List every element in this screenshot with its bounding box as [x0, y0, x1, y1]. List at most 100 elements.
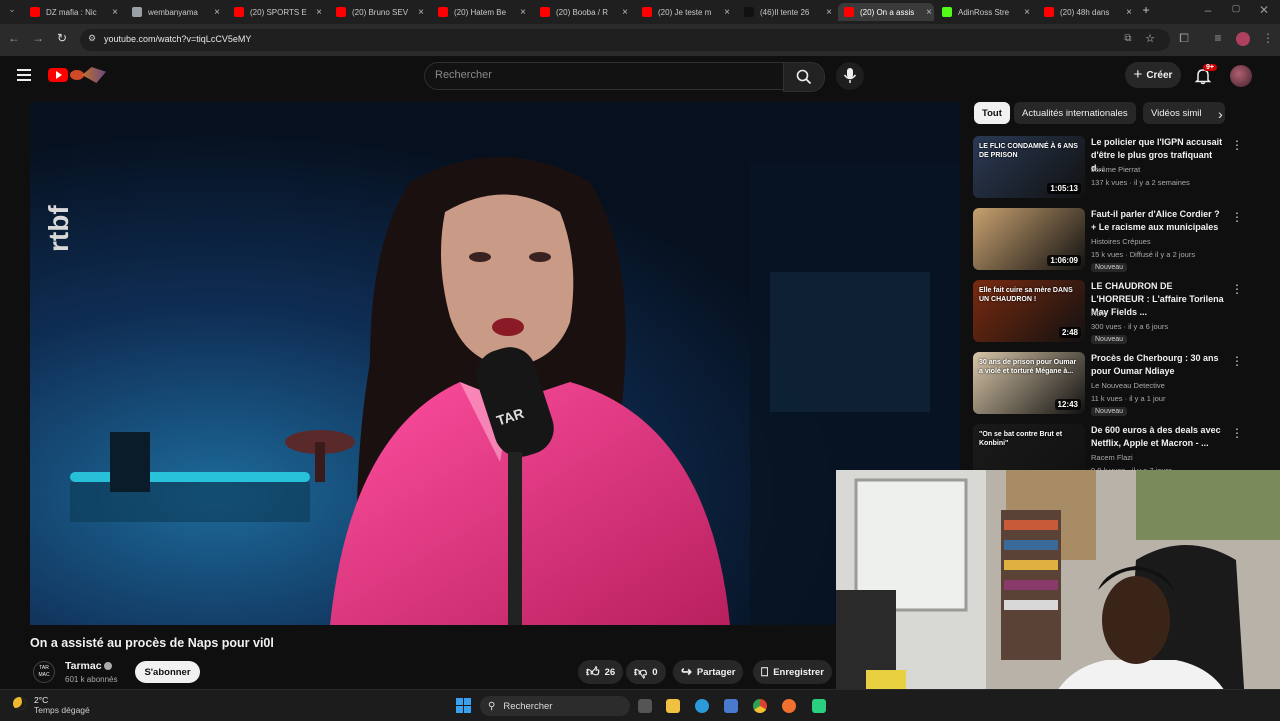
new-tab-icon[interactable]: +	[1138, 3, 1154, 17]
tab-close-icon[interactable]: ×	[722, 7, 732, 18]
recommendation-channel[interactable]: Le Nouveau Detective	[1091, 381, 1165, 390]
forward-icon[interactable]: →	[30, 31, 46, 45]
browser-tab[interactable]: (20) On a assis ×	[838, 3, 934, 21]
subscribe-button[interactable]: S'abonner	[135, 661, 200, 683]
browser-address-bar: ← → ↻ ⚙ youtube.com/watch?v=tiqLcCV5eMY …	[0, 24, 1280, 56]
browser-tab[interactable]: (20) Je teste m ×	[636, 3, 732, 21]
browser-tab[interactable]: DZ mafia : Nic ×	[24, 3, 120, 21]
hamburger-menu-icon[interactable]	[17, 69, 31, 81]
channel-avatar[interactable]: TAR MAC	[33, 661, 55, 683]
browser-tab[interactable]: (20) Bruno SEV ×	[330, 3, 426, 21]
video-thumbnail[interactable]: 30 ans de prison pour Oumar a violé et t…	[973, 352, 1085, 414]
chip-similar-videos[interactable]: Vidéos simil	[1143, 102, 1225, 124]
chrome-icon[interactable]	[753, 699, 767, 713]
voice-search-button[interactable]	[836, 62, 864, 90]
recommendation-meta: 15 k vues · Diffusé il y a 2 jours	[1091, 250, 1196, 259]
browser-tab[interactable]: (20) Hatem Be ×	[432, 3, 528, 21]
omnibox[interactable]: ⚙ youtube.com/watch?v=tiqLcCV5eMY ⧉ ☆	[80, 29, 1170, 51]
share-button[interactable]: ↪ Partager	[673, 660, 744, 684]
video-thumbnail[interactable]: LE FLIC CONDAMNÉ À 6 ANS DE PRISON 1:05:1…	[973, 136, 1085, 198]
minimize-window-icon[interactable]: –	[1200, 3, 1216, 17]
taskbar-search[interactable]: ⚲ Rechercher	[480, 696, 630, 716]
video-thumbnail[interactable]: Elle fait cuire sa mère DANS UN CHAUDRON…	[973, 280, 1085, 342]
notifications-button[interactable]: 9+	[1194, 64, 1217, 86]
taskbar-search-label: Rechercher	[503, 700, 553, 712]
maximize-window-icon[interactable]: ▢	[1228, 3, 1244, 14]
tab-close-icon[interactable]: ×	[518, 7, 528, 18]
recommendation-title[interactable]: Procès de Cherbourg : 30 ans pour Oumar …	[1091, 352, 1227, 378]
windows-start-icon[interactable]	[456, 698, 471, 713]
new-badge: Nouveau	[1091, 263, 1128, 272]
youtube-logo[interactable]	[48, 67, 108, 83]
firefox-icon[interactable]	[782, 699, 796, 713]
more-options-icon[interactable]: ⋮	[1231, 282, 1243, 296]
channel-name[interactable]: Tarmac	[65, 660, 102, 672]
tab-list-chevron-icon[interactable]: ⌄	[4, 4, 20, 15]
video-thumbnail[interactable]: 1:06:09	[973, 208, 1085, 270]
edge-icon[interactable]	[695, 699, 709, 713]
app-green-icon[interactable]	[812, 699, 826, 713]
recommendation-channel[interactable]: Jérôme Pierrat	[1091, 165, 1140, 174]
tab-close-icon[interactable]: ×	[620, 7, 630, 18]
file-explorer-icon[interactable]	[666, 699, 680, 713]
close-window-icon[interactable]: ✕	[1256, 3, 1272, 17]
bookmark-star-icon[interactable]: ☆	[1142, 32, 1158, 45]
video-duration: 12:43	[1054, 399, 1081, 410]
tab-close-icon[interactable]: ×	[824, 7, 834, 18]
create-button[interactable]: + Créer	[1125, 62, 1181, 88]
weather-temperature[interactable]: 2°C	[34, 695, 48, 705]
search-input[interactable]: Rechercher	[424, 62, 784, 90]
recommendation-item[interactable]: 1:06:09 Faut-il parler d'Alice Cordier ? …	[973, 208, 1273, 274]
recommendation-channel[interactable]: HDK	[1091, 309, 1107, 318]
recommendation-title[interactable]: Faut-il parler d'Alice Cordier ? + Le ra…	[1091, 208, 1227, 234]
recommendation-title[interactable]: De 600 euros à des deals avec Netflix, A…	[1091, 424, 1227, 450]
extensions-icon[interactable]: ⧠	[1176, 31, 1192, 46]
browser-tab[interactable]: AdinRoss Stre ×	[936, 3, 1032, 21]
profile-avatar[interactable]	[1236, 32, 1250, 46]
account-avatar[interactable]	[1230, 65, 1252, 87]
install-app-icon[interactable]: ⧉	[1120, 33, 1136, 44]
video-player[interactable]: rtbf TAR	[30, 102, 960, 625]
tab-close-icon[interactable]: ×	[924, 7, 934, 18]
back-icon[interactable]: ←	[6, 31, 22, 45]
browser-tab[interactable]: (20) 48h dans ×	[1038, 3, 1134, 21]
tab-close-icon[interactable]: ×	[110, 7, 120, 18]
like-button[interactable]: 👍︎ 26	[578, 660, 624, 684]
store-icon[interactable]	[724, 699, 738, 713]
tab-close-icon[interactable]: ×	[314, 7, 324, 18]
tab-title: (20) Hatem Be	[454, 7, 507, 17]
task-view-icon[interactable]	[638, 699, 652, 713]
video-duration: 2:48	[1058, 327, 1081, 338]
search-button[interactable]	[783, 62, 825, 92]
browser-tab[interactable]: (20) Booba / R ×	[534, 3, 630, 21]
reload-icon[interactable]: ↻	[54, 31, 70, 45]
chip-international-news[interactable]: Actualités internationales	[1014, 102, 1136, 124]
tab-close-icon[interactable]: ×	[1124, 7, 1134, 18]
more-options-icon[interactable]: ⋮	[1231, 210, 1243, 224]
recommendation-item[interactable]: 30 ans de prison pour Oumar a violé et t…	[973, 352, 1273, 418]
tab-favicon-icon	[30, 7, 40, 17]
tab-close-icon[interactable]: ×	[212, 7, 222, 18]
tab-close-icon[interactable]: ×	[416, 7, 426, 18]
more-options-icon[interactable]: ⋮	[1231, 138, 1243, 152]
tab-close-icon[interactable]: ×	[1022, 7, 1032, 18]
recommendation-channel[interactable]: Racem Flazi	[1091, 453, 1133, 462]
tab-title: (20) Bruno SEV	[352, 7, 409, 17]
browser-tab[interactable]: (20) SPORTS E ×	[228, 3, 324, 21]
browser-menu-icon[interactable]: ⋮	[1260, 31, 1276, 45]
recommendation-item[interactable]: LE FLIC CONDAMNÉ À 6 ANS DE PRISON 1:05:1…	[973, 136, 1273, 202]
recommendation-channel[interactable]: Histoires Crépues	[1091, 237, 1151, 246]
browser-tab[interactable]: (46)Il tente 26 ×	[738, 3, 834, 21]
dislike-button[interactable]: 👎︎ 0	[626, 660, 666, 684]
media-controls-icon[interactable]: ≡	[1210, 31, 1226, 45]
more-options-icon[interactable]: ⋮	[1231, 354, 1243, 368]
chips-next-chevron-icon[interactable]: ›	[1218, 106, 1223, 122]
new-badge: Nouveau	[1091, 335, 1128, 344]
chip-all[interactable]: Tout	[974, 102, 1010, 124]
save-button[interactable]: ⎕ Enregistrer	[753, 660, 832, 684]
site-info-icon[interactable]: ⚙	[84, 33, 100, 44]
recommendation-title[interactable]: LE CHAUDRON DE L'HORREUR : L'affaire Tor…	[1091, 280, 1227, 319]
recommendation-item[interactable]: Elle fait cuire sa mère DANS UN CHAUDRON…	[973, 280, 1273, 346]
more-options-icon[interactable]: ⋮	[1231, 426, 1243, 440]
browser-tab[interactable]: wembanyama ×	[126, 3, 222, 21]
